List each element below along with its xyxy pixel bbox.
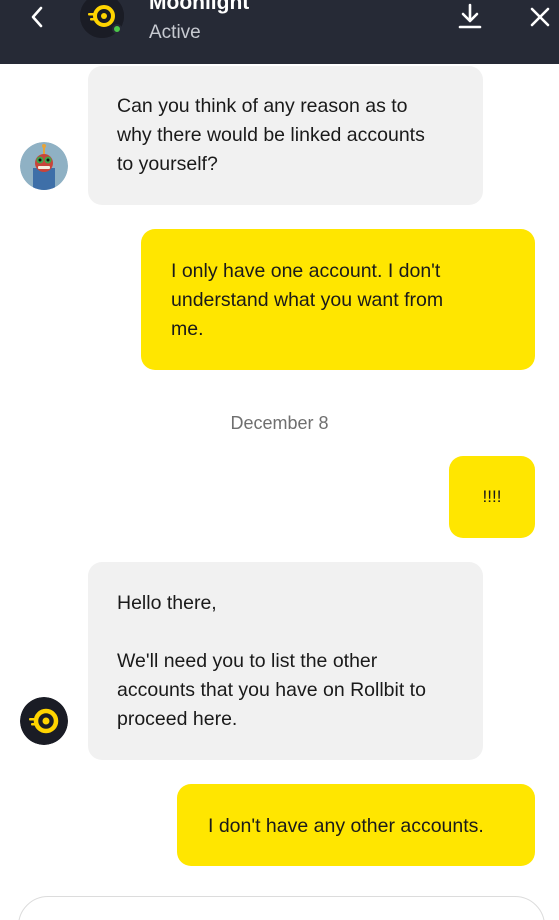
message-bubble-outgoing: I don't have any other accounts.: [177, 784, 535, 866]
date-separator: December 8: [230, 413, 329, 433]
download-button[interactable]: [456, 2, 484, 32]
message-bubble-outgoing: I only have one account. I don't underst…: [141, 229, 535, 370]
contact-status: Active: [149, 22, 201, 43]
download-icon: [458, 3, 482, 29]
agent-avatar-icon: [20, 697, 68, 745]
user-avatar: [20, 142, 68, 190]
message-bubble-incoming: Hello there, We'll need you to list the …: [88, 562, 483, 760]
agent-avatar: [20, 697, 68, 745]
message-bubble-outgoing: !!!!: [449, 456, 535, 538]
back-icon: [31, 6, 43, 28]
online-status-dot: [112, 24, 122, 34]
back-button[interactable]: [24, 2, 52, 32]
chat-header: Moonlight Active: [0, 0, 559, 64]
close-button[interactable]: [527, 4, 553, 30]
user-avatar-icon: [20, 142, 68, 190]
message-input[interactable]: [18, 896, 545, 920]
close-icon: [530, 7, 550, 27]
contact-name: Moonlight: [149, 0, 250, 14]
message-bubble-incoming: Can you think of any reason as to why th…: [88, 66, 483, 205]
